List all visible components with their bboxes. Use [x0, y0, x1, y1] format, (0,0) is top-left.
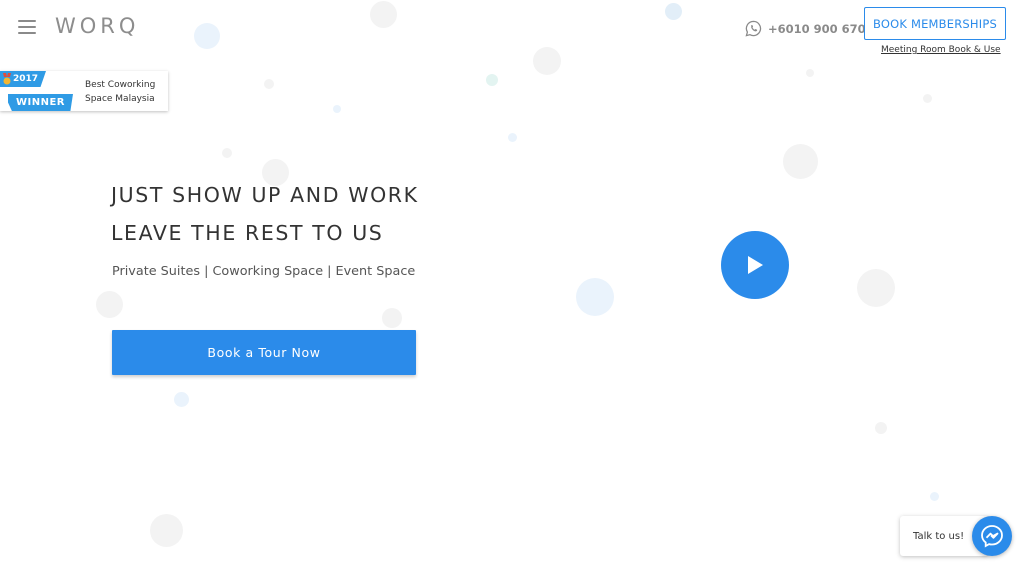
award-badge: 2017 WINNER Best Coworking Space Malaysi… [0, 71, 168, 111]
headline-line-2: LEAVE THE REST TO US [111, 221, 384, 245]
messenger-icon [981, 525, 1003, 548]
play-icon [748, 256, 763, 274]
messenger-button[interactable] [972, 516, 1012, 556]
hamburger-icon[interactable] [18, 20, 36, 36]
hero-headline: JUST SHOW UP AND WORK LEAVE THE REST TO … [111, 176, 419, 252]
award-text: Best Coworking Space Malaysia [85, 78, 165, 106]
award-line-1: Best Coworking [85, 80, 156, 90]
page: WORQ +6010 900 6704 BOOK MEMBERSHIPS Mee… [0, 0, 1024, 576]
logo[interactable]: WORQ [55, 14, 139, 38]
phone-number: +6010 900 6704 [768, 21, 874, 36]
headline-line-1: JUST SHOW UP AND WORK [111, 183, 419, 207]
video-play-button[interactable] [721, 231, 789, 299]
whatsapp-icon [745, 20, 762, 37]
award-line-2: Space Malaysia [85, 94, 155, 104]
meeting-room-link[interactable]: Meeting Room Book & Use [881, 45, 1001, 55]
book-memberships-button[interactable]: BOOK MEMBERSHIPS [864, 7, 1006, 40]
book-tour-button[interactable]: Book a Tour Now [112, 330, 416, 375]
award-ribbon: WINNER [8, 94, 73, 111]
medal-icon [3, 73, 11, 85]
hero-subline: Private Suites | Coworking Space | Event… [112, 264, 416, 279]
phone-contact[interactable]: +6010 900 6704 [745, 20, 874, 37]
